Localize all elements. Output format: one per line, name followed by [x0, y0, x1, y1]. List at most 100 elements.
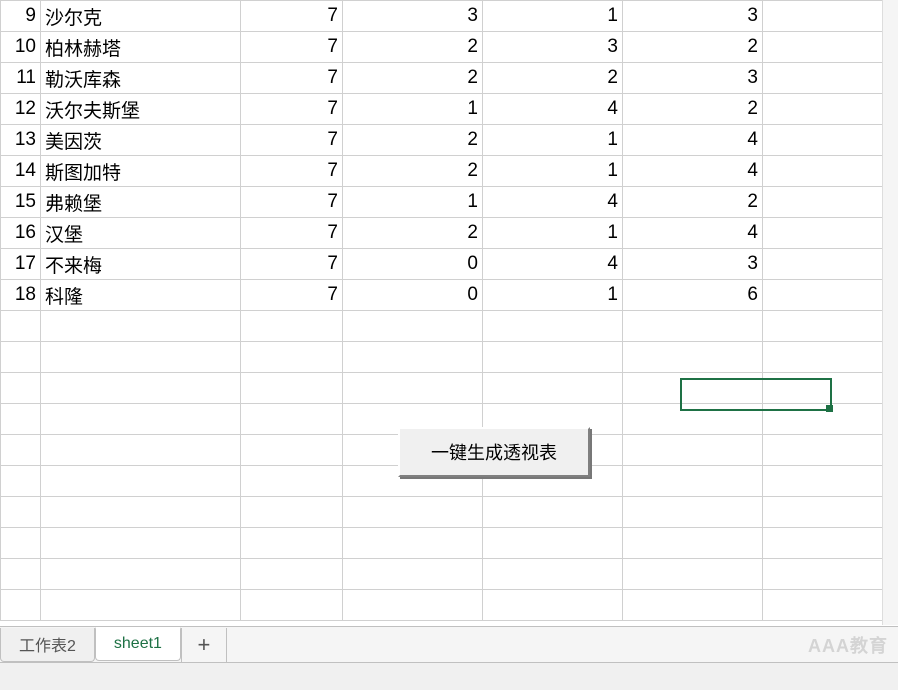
cell[interactable]: 7 — [241, 94, 343, 125]
cell[interactable]: 2 — [483, 63, 623, 94]
cell[interactable]: 3 — [623, 249, 763, 280]
cell[interactable] — [763, 435, 898, 466]
cell[interactable] — [343, 342, 483, 373]
cell[interactable]: 2 — [623, 32, 763, 63]
cell[interactable] — [623, 559, 763, 590]
cell[interactable] — [241, 373, 343, 404]
cell[interactable] — [343, 528, 483, 559]
cell[interactable]: 3 — [343, 1, 483, 32]
cell[interactable]: 4 — [623, 218, 763, 249]
cell[interactable] — [41, 373, 241, 404]
cell[interactable]: 7 — [241, 63, 343, 94]
cell[interactable]: 7 — [241, 1, 343, 32]
cell[interactable]: 3 — [623, 63, 763, 94]
cell[interactable]: 2 — [343, 125, 483, 156]
cell-team[interactable]: 勒沃库森 — [41, 63, 241, 94]
cell[interactable]: 2 — [763, 280, 898, 311]
cell[interactable]: 1 — [343, 187, 483, 218]
cell[interactable]: 7 — [241, 187, 343, 218]
cell[interactable] — [763, 466, 898, 497]
cell[interactable] — [343, 497, 483, 528]
cell[interactable]: 6 — [623, 280, 763, 311]
cell[interactable] — [483, 497, 623, 528]
cell[interactable]: 4 — [623, 156, 763, 187]
cell[interactable] — [241, 311, 343, 342]
cell[interactable]: 2 — [343, 32, 483, 63]
cell[interactable]: 7 — [241, 218, 343, 249]
cell[interactable]: 2 — [343, 63, 483, 94]
cell[interactable]: 7 — [241, 32, 343, 63]
cell[interactable] — [763, 590, 898, 621]
cell[interactable] — [483, 311, 623, 342]
cell[interactable]: 2 — [623, 187, 763, 218]
cell[interactable] — [483, 342, 623, 373]
cell[interactable]: 8 — [763, 32, 898, 63]
cell[interactable] — [763, 404, 898, 435]
cell-team[interactable]: 科隆 — [41, 280, 241, 311]
vertical-scrollbar[interactable] — [882, 0, 898, 625]
cell[interactable] — [623, 342, 763, 373]
cell[interactable] — [763, 559, 898, 590]
cell[interactable]: 1 — [483, 1, 623, 32]
cell[interactable] — [763, 311, 898, 342]
cell[interactable] — [241, 435, 343, 466]
cell[interactable] — [41, 590, 241, 621]
cell[interactable]: 1 — [483, 156, 623, 187]
cell[interactable] — [623, 497, 763, 528]
cell[interactable]: 1 — [483, 125, 623, 156]
cell[interactable]: 4 — [763, 156, 898, 187]
cell-team[interactable]: 柏林赫塔 — [41, 32, 241, 63]
cell[interactable] — [623, 311, 763, 342]
cell[interactable] — [623, 373, 763, 404]
cell[interactable]: 1 — [483, 218, 623, 249]
cell[interactable]: 5 — [763, 187, 898, 218]
add-sheet-button[interactable]: + — [181, 628, 227, 662]
tab-worksheet2[interactable]: 工作表2 — [0, 628, 95, 662]
cell[interactable]: 2 — [343, 218, 483, 249]
cell[interactable]: 7 — [241, 156, 343, 187]
cell[interactable] — [483, 373, 623, 404]
cell[interactable] — [483, 559, 623, 590]
cell[interactable] — [241, 528, 343, 559]
cell-team[interactable]: 不来梅 — [41, 249, 241, 280]
cell[interactable]: 6 — [763, 94, 898, 125]
cell[interactable]: 0 — [343, 280, 483, 311]
cell-team[interactable]: 弗赖堡 — [41, 187, 241, 218]
spreadsheet-grid[interactable]: 9沙尔克7313810柏林赫塔7232811勒沃库森72231312沃尔夫斯堡7… — [0, 0, 898, 625]
cell[interactable] — [343, 590, 483, 621]
cell[interactable] — [623, 435, 763, 466]
cell[interactable]: 4 — [763, 218, 898, 249]
cell[interactable] — [41, 311, 241, 342]
cell[interactable]: 3 — [763, 249, 898, 280]
cell[interactable]: 3 — [623, 1, 763, 32]
cell-team[interactable]: 斯图加特 — [41, 156, 241, 187]
cell[interactable]: 2 — [623, 94, 763, 125]
cell[interactable] — [241, 404, 343, 435]
cell[interactable] — [41, 342, 241, 373]
cell[interactable]: 4 — [483, 94, 623, 125]
cell[interactable] — [763, 528, 898, 559]
cell[interactable]: 7 — [241, 280, 343, 311]
cell[interactable] — [763, 497, 898, 528]
cell[interactable] — [41, 559, 241, 590]
cell[interactable]: 4 — [483, 249, 623, 280]
cell[interactable]: 7 — [241, 249, 343, 280]
cell[interactable] — [41, 466, 241, 497]
cell[interactable]: 4 — [623, 125, 763, 156]
cell-team[interactable]: 沃尔夫斯堡 — [41, 94, 241, 125]
cell[interactable] — [623, 466, 763, 497]
cell-team[interactable]: 沙尔克 — [41, 1, 241, 32]
cell[interactable]: 2 — [343, 156, 483, 187]
cell[interactable]: 13 — [763, 63, 898, 94]
cell[interactable]: 3 — [483, 32, 623, 63]
cell[interactable]: 8 — [763, 1, 898, 32]
cell[interactable] — [241, 590, 343, 621]
cell[interactable] — [343, 373, 483, 404]
cell[interactable] — [241, 466, 343, 497]
cell[interactable]: 1 — [483, 280, 623, 311]
cell[interactable] — [763, 342, 898, 373]
cell[interactable] — [623, 404, 763, 435]
cell[interactable] — [41, 435, 241, 466]
cell-team[interactable]: 汉堡 — [41, 218, 241, 249]
cell[interactable]: 7 — [763, 125, 898, 156]
